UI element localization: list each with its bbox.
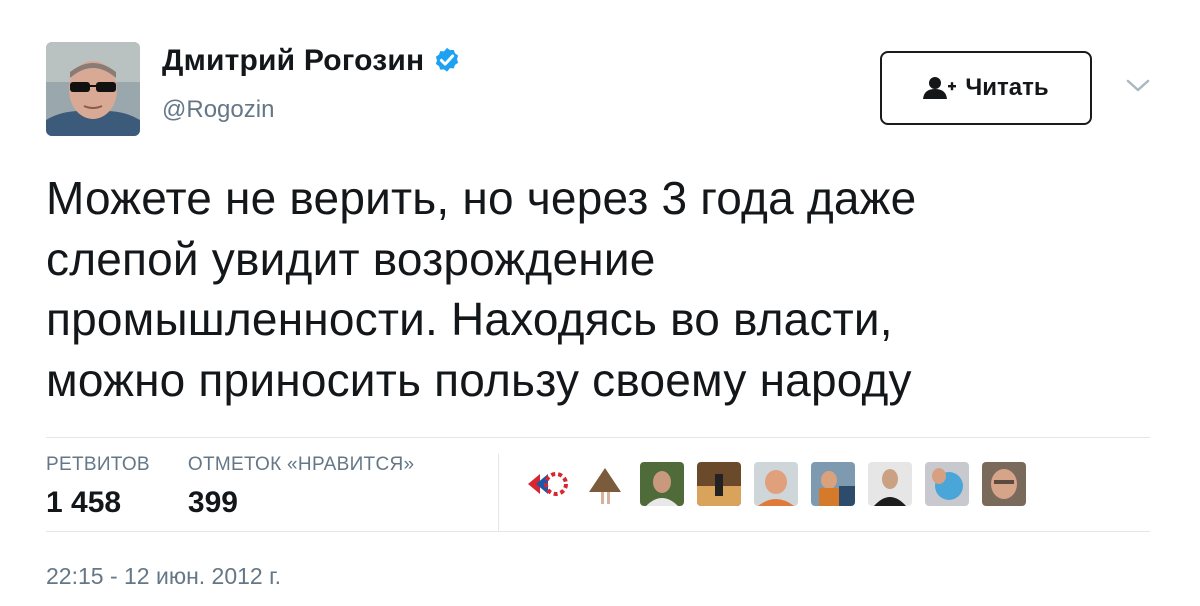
tweet-line: можно приносить пользу своему народу — [46, 353, 912, 406]
retweets-count: 1 458 — [46, 486, 122, 519]
liker-avatar[interactable] — [526, 462, 570, 506]
author-handle[interactable]: @Rogozin — [162, 96, 274, 124]
liker-avatar[interactable] — [640, 462, 684, 506]
add-user-icon — [923, 76, 957, 100]
retweets-stat[interactable]: РЕТВИТОВ 1 458 — [46, 454, 150, 520]
tweet-line: промышленности. Находясь во власти, — [46, 293, 893, 345]
tweet-timestamp[interactable]: 22:15 - 12 июн. 2012 г. — [46, 563, 281, 590]
likes-stat[interactable]: ОТМЕТОК «НРАВИТСЯ» 399 — [188, 454, 414, 520]
tweet-stats: РЕТВИТОВ 1 458 ОТМЕТОК «НРАВИТСЯ» 399 — [46, 454, 452, 520]
verified-badge-icon — [432, 46, 462, 76]
tweet-line: слепой увидит возрождение — [46, 232, 656, 285]
likes-count: 399 — [187, 486, 238, 519]
tweet-line: Можете не верить, но через 3 года даже — [46, 172, 917, 224]
stats-bottom-divider — [46, 531, 1150, 532]
liker-avatar[interactable] — [697, 462, 741, 506]
stats-top-divider — [46, 437, 1150, 438]
likes-label: ОТМЕТОК «НРАВИТСЯ» — [187, 454, 415, 475]
retweets-label: РЕТВИТОВ — [46, 454, 150, 475]
liker-avatar[interactable] — [811, 462, 855, 506]
author-display-name[interactable]: Дмитрий Рогозин — [162, 44, 424, 78]
liker-avatar[interactable] — [925, 462, 969, 506]
liker-avatar[interactable] — [868, 462, 912, 506]
author-name-row: Дмитрий Рогозин — [162, 44, 462, 78]
liker-avatars — [526, 462, 1039, 506]
follow-button[interactable]: Читать — [880, 51, 1092, 125]
liker-avatar[interactable] — [754, 462, 798, 506]
follow-button-label: Читать — [965, 74, 1049, 101]
liker-avatar[interactable] — [583, 462, 627, 506]
liker-avatar[interactable] — [982, 462, 1026, 506]
stats-separator — [498, 454, 499, 532]
tweet-text: Можете не верить, но через 3 года даже с… — [46, 168, 1156, 410]
chevron-down-icon[interactable] — [1124, 76, 1152, 96]
author-avatar[interactable] — [46, 42, 140, 136]
